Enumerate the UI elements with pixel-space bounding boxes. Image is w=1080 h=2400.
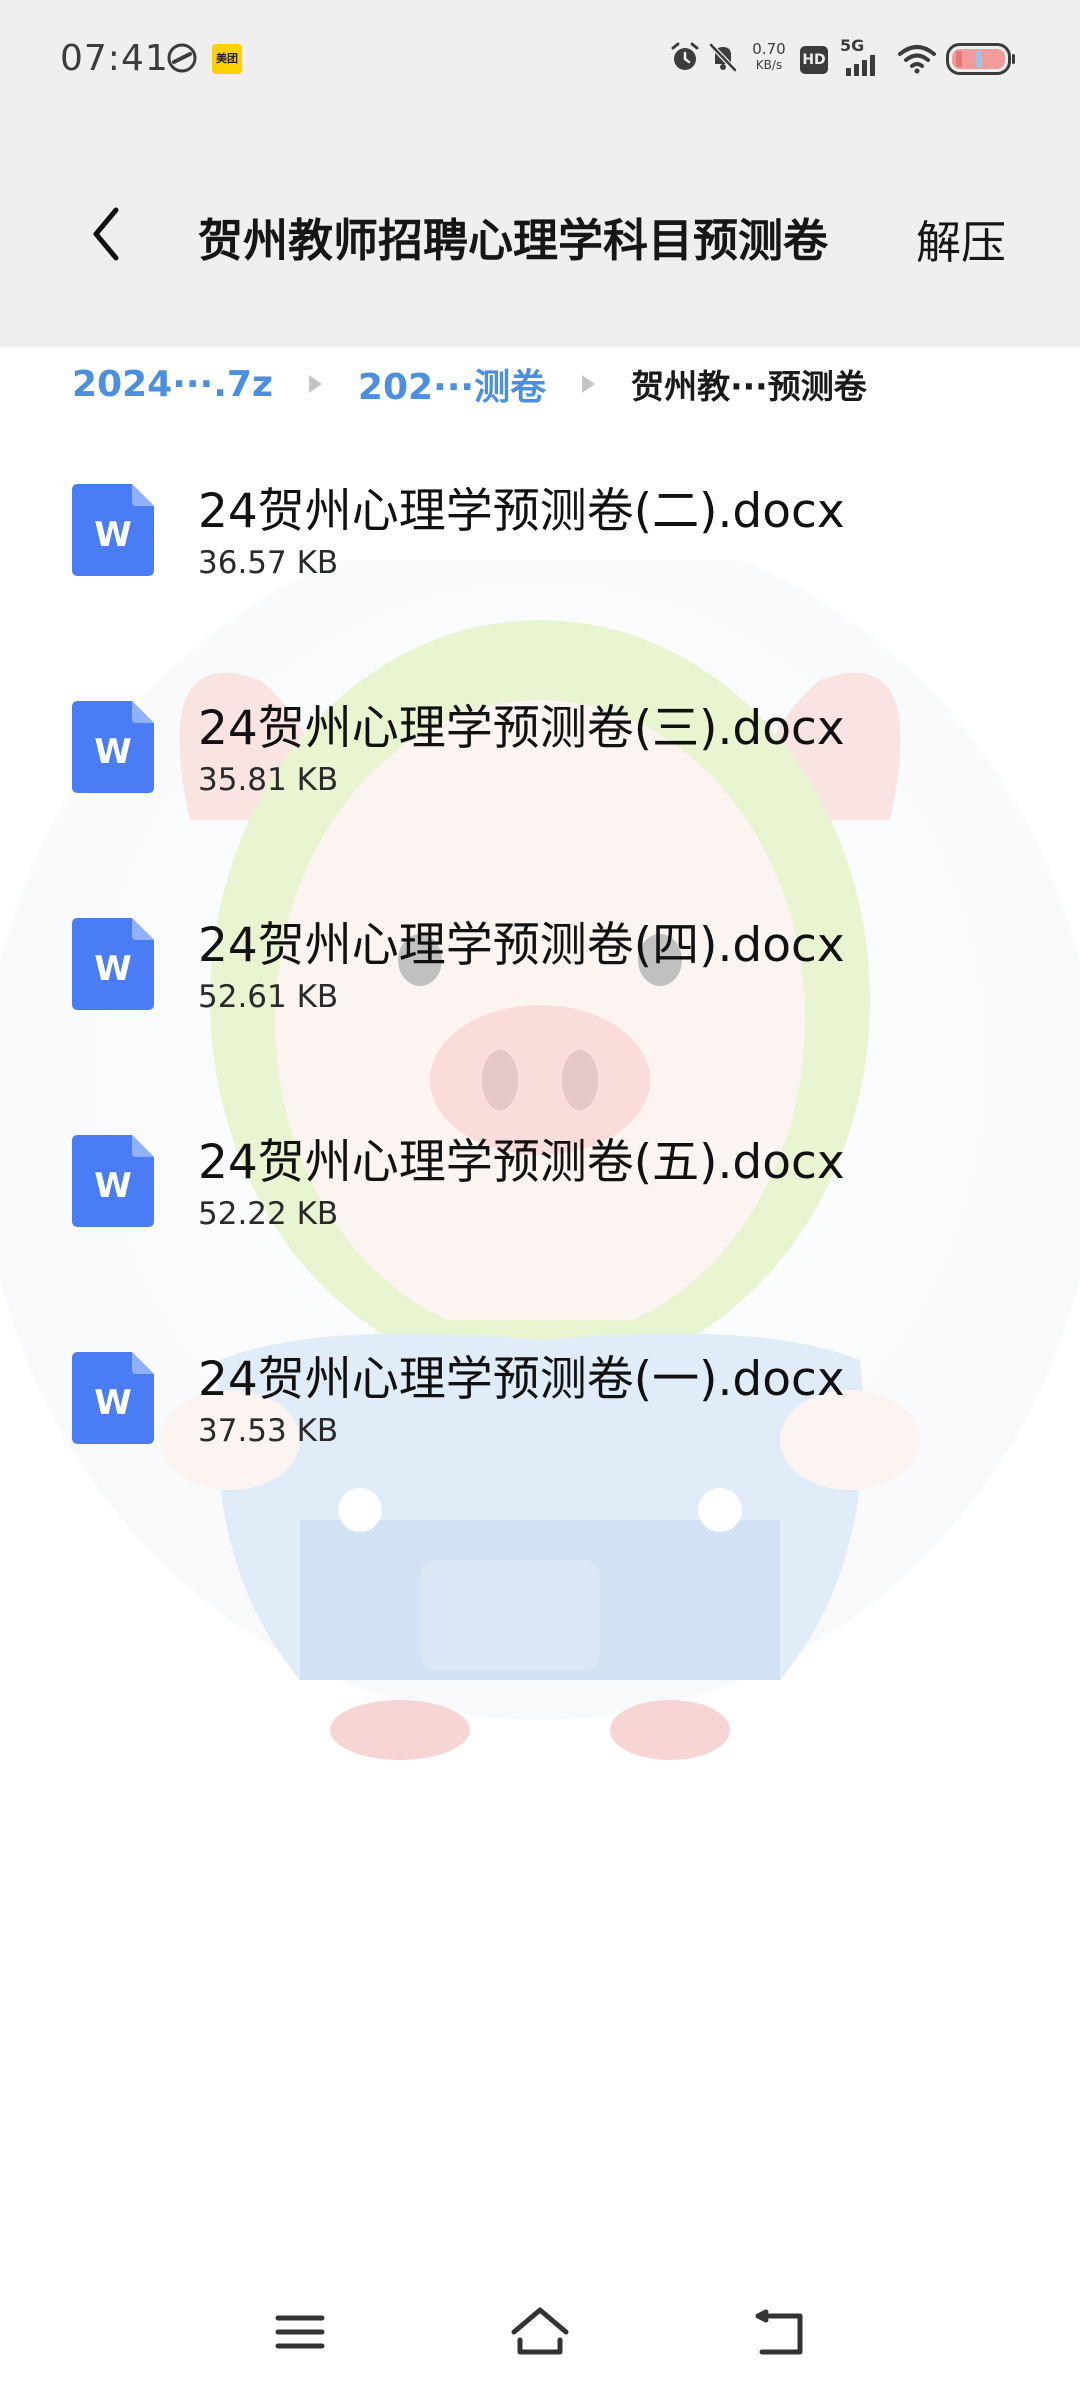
meituan-app-icon: 美团 <box>212 44 242 74</box>
network-speed-unit: KB/s <box>755 58 783 72</box>
file-list-item[interactable]: W 24贺州心理学预测卷(二).docx 36.57 KB <box>0 450 1080 650</box>
file-list-item[interactable]: W 24贺州心理学预测卷(四).docx 52.61 KB <box>0 884 1080 1084</box>
word-document-icon: W <box>72 484 154 576</box>
word-document-icon-letter: W <box>94 1166 132 1206</box>
file-name: 24贺州心理学预测卷(五).docx <box>198 1135 845 1190</box>
breadcrumb-item-archive[interactable]: 2024···.7z <box>72 364 273 405</box>
network-speed-value: 0.70 <box>752 40 786 58</box>
home-icon <box>511 2307 569 2355</box>
word-document-icon-letter: W <box>94 1383 132 1423</box>
menu-nav-button[interactable] <box>268 2300 332 2364</box>
file-list-item[interactable]: W 24贺州心理学预测卷(一).docx 37.53 KB <box>0 1318 1080 1518</box>
breadcrumb-item-folder[interactable]: 202···测卷 <box>358 358 546 410</box>
wifi-icon <box>898 44 936 78</box>
menu-icon <box>275 2315 325 2349</box>
file-list-item[interactable]: W 24贺州心理学预测卷(五).docx 52.22 KB <box>0 1101 1080 1301</box>
signal-icon <box>846 54 880 80</box>
file-name: 24贺州心理学预测卷(一).docx <box>198 1352 845 1407</box>
extract-button[interactable]: 解压 <box>916 206 1006 271</box>
title-bar: 贺州教师招聘心理学科目预测卷 解压 <box>0 170 1080 300</box>
breadcrumb-separator-icon <box>582 375 596 393</box>
status-bar: 07:41 美团 0.70 KB/s HD 5G <box>0 0 1080 120</box>
back-button[interactable] <box>82 200 142 270</box>
mute-bell-icon <box>706 40 740 78</box>
word-document-icon: W <box>72 1135 154 1227</box>
file-size: 52.22 KB <box>198 1196 339 1232</box>
word-document-icon-letter: W <box>94 732 132 772</box>
battery-icon <box>946 43 1016 79</box>
file-size: 35.81 KB <box>198 762 339 798</box>
file-list-item[interactable]: W 24贺州心理学预测卷(三).docx 35.81 KB <box>0 667 1080 867</box>
breadcrumb: 2024···.7z 202···测卷 贺州教···预测卷 <box>72 358 867 410</box>
file-size: 37.53 KB <box>198 1413 339 1449</box>
file-name: 24贺州心理学预测卷(四).docx <box>198 918 845 973</box>
breadcrumb-separator-icon <box>308 375 322 393</box>
status-time: 07:41 <box>60 38 169 79</box>
system-navigation-bar <box>0 2290 1080 2380</box>
top-chrome: 07:41 美团 0.70 KB/s HD 5G 贺州教师招聘心理学科目预测卷 … <box>0 0 1080 347</box>
back-nav-button[interactable] <box>748 2300 812 2364</box>
breadcrumb-item-current: 贺州教···预测卷 <box>631 367 867 406</box>
alarm-icon <box>668 40 702 78</box>
sync-icon <box>166 42 198 78</box>
network-type-label: 5G <box>840 36 865 55</box>
hd-icon: HD <box>800 46 828 74</box>
word-document-icon: W <box>72 1352 154 1444</box>
word-document-icon-letter: W <box>94 949 132 989</box>
home-nav-button[interactable] <box>508 2300 572 2364</box>
word-document-icon: W <box>72 918 154 1010</box>
word-document-icon: W <box>72 701 154 793</box>
file-name: 24贺州心理学预测卷(二).docx <box>198 484 845 539</box>
page-title: 贺州教师招聘心理学科目预测卷 <box>198 214 829 267</box>
file-size: 52.61 KB <box>198 979 339 1015</box>
network-speed: 0.70 KB/s <box>746 41 792 73</box>
back-nav-icon <box>755 2309 803 2355</box>
file-name: 24贺州心理学预测卷(三).docx <box>198 701 845 756</box>
word-document-icon-letter: W <box>94 515 132 555</box>
file-size: 36.57 KB <box>198 545 339 581</box>
